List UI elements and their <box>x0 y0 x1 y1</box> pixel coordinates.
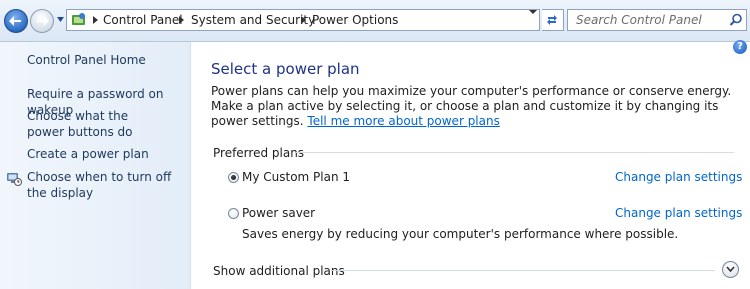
intro-text: Power plans can help you maximize your c… <box>211 84 736 129</box>
change-plan-settings-link[interactable]: Change plan settings <box>615 206 742 220</box>
refresh-button[interactable] <box>542 9 564 31</box>
plan-description: Saves energy by reducing your computer's… <box>242 227 679 241</box>
display-off-link[interactable]: Choose when to turn off the display <box>27 169 177 201</box>
address-history-dropdown[interactable] <box>529 10 537 14</box>
forward-arrow-icon <box>37 16 49 26</box>
page-title: Select a power plan <box>211 60 360 78</box>
breadcrumb-separator[interactable] <box>179 16 184 24</box>
power-buttons-link[interactable]: Choose what the power buttons do <box>27 108 167 140</box>
task-pane: Control Panel Home Require a password on… <box>0 42 191 289</box>
breadcrumb-control-panel[interactable]: Control Panel <box>103 13 183 27</box>
preferred-plans-label: Preferred plans <box>213 146 305 160</box>
search-icon[interactable] <box>729 13 743 27</box>
recent-pages-dropdown-icon[interactable] <box>57 17 64 22</box>
breadcrumb-separator[interactable] <box>93 16 98 24</box>
change-plan-settings-link[interactable]: Change plan settings <box>615 170 742 184</box>
group-divider <box>296 152 734 153</box>
help-icon[interactable]: ? <box>733 40 747 54</box>
forward-button[interactable] <box>30 9 54 33</box>
control-panel-icon <box>72 13 85 25</box>
refresh-icon <box>547 15 557 25</box>
show-additional-plans[interactable]: Show additional plans <box>213 264 345 278</box>
group-divider <box>331 270 715 271</box>
tell-me-more-link[interactable]: Tell me more about power plans <box>307 114 499 128</box>
breadcrumb-system-security[interactable]: System and Security <box>191 13 315 27</box>
breadcrumb-power-options[interactable]: Power Options <box>312 13 398 27</box>
control-panel-home-link[interactable]: Control Panel Home <box>27 52 187 68</box>
create-plan-link[interactable]: Create a power plan <box>27 146 187 162</box>
chevron-down-icon <box>726 266 735 273</box>
search-box[interactable]: Search Control Panel <box>567 9 747 31</box>
breadcrumb-separator[interactable] <box>301 16 306 24</box>
expand-button[interactable] <box>722 261 739 278</box>
address-bar[interactable]: Control Panel System and Security Power … <box>66 9 540 31</box>
search-placeholder[interactable]: Search Control Panel <box>576 13 702 27</box>
back-button[interactable] <box>4 9 28 33</box>
back-arrow-icon <box>9 16 21 26</box>
monitor-clock-icon <box>7 173 22 186</box>
plan-name-power-saver[interactable]: Power saver <box>242 206 315 220</box>
plan-name-custom[interactable]: My Custom Plan 1 <box>242 170 350 184</box>
plan-radio-custom[interactable] <box>228 172 239 183</box>
address-toolbar: Control Panel System and Security Power … <box>0 0 750 42</box>
plan-radio-power-saver[interactable] <box>228 208 239 219</box>
